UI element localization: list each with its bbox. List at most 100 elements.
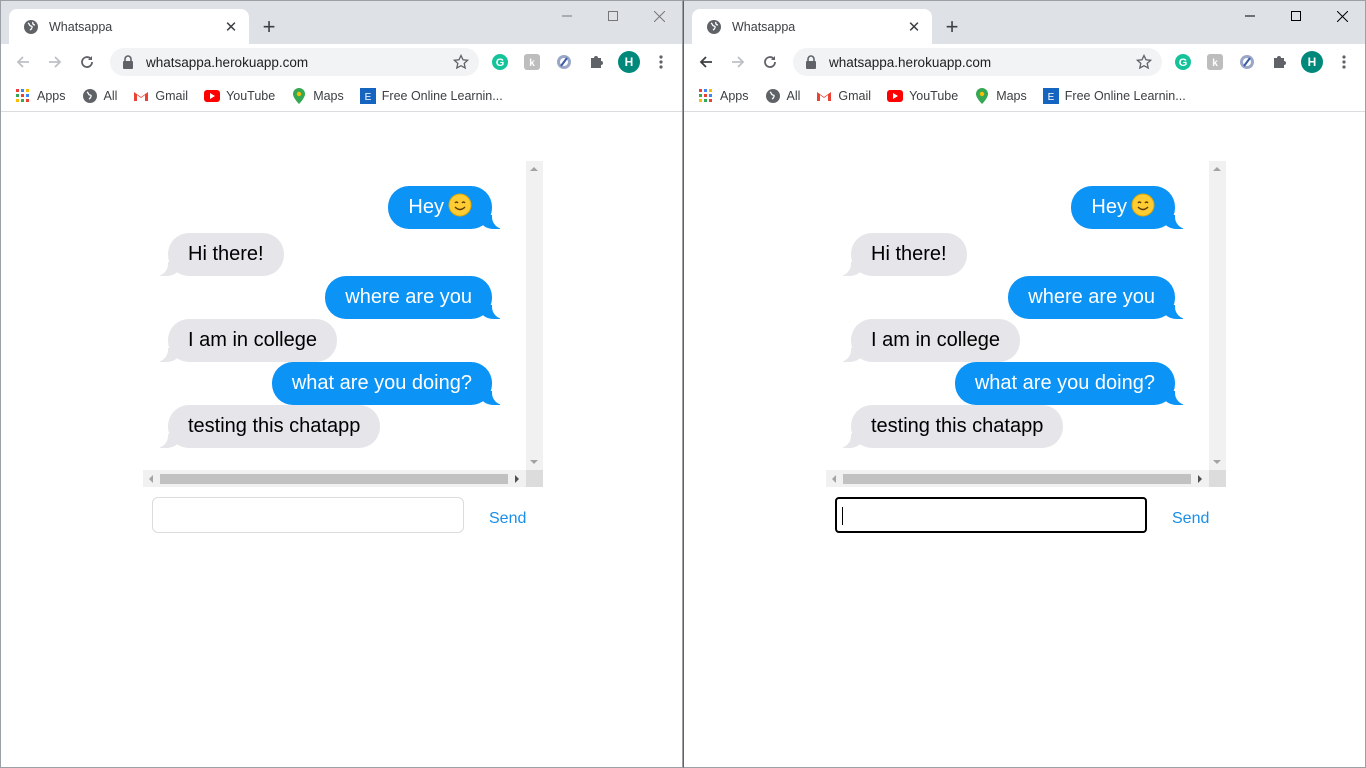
scroll-right-arrow-icon[interactable] — [515, 475, 519, 483]
address-bar[interactable]: whatsappa.herokuapp.com — [110, 48, 479, 76]
send-button[interactable]: Send — [1172, 510, 1209, 528]
toolbar: whatsappa.herokuapp.com G k H — [1, 44, 682, 80]
bookmark-label: Apps — [720, 88, 749, 103]
message-received: I am in college — [146, 319, 337, 362]
svg-text:G: G — [1179, 57, 1188, 69]
lock-icon — [805, 55, 819, 69]
profile-avatar[interactable]: H — [1301, 51, 1323, 73]
tab-strip: Whatsappa ✕ + — [1, 1, 682, 44]
puzzle-icon[interactable] — [587, 53, 605, 71]
bookmark-maps[interactable]: Maps — [291, 87, 344, 104]
forward-button[interactable] — [724, 48, 752, 76]
window-controls — [544, 1, 682, 31]
message-sent: where are you — [1008, 276, 1197, 319]
vertical-scrollbar[interactable] — [526, 161, 543, 470]
maps-pin-icon — [291, 87, 307, 104]
message-list[interactable]: Hey Hi there! where are you I am in coll… — [826, 161, 1209, 470]
youtube-icon — [887, 88, 904, 104]
puzzle-icon[interactable] — [1270, 53, 1288, 71]
bookmark-label: Gmail — [838, 88, 872, 103]
toolbar: whatsappa.herokuapp.com G k H — [684, 44, 1365, 80]
new-tab-button[interactable]: + — [940, 14, 964, 39]
globe-icon — [706, 19, 722, 35]
bookmark-free-online-learning[interactable]: E Free Online Learnin... — [359, 87, 503, 104]
scroll-left-arrow-icon[interactable] — [149, 475, 153, 483]
grammarly-icon[interactable]: G — [491, 53, 509, 71]
kebab-menu-icon[interactable] — [1334, 52, 1354, 72]
bookmark-gmail[interactable]: Gmail — [133, 88, 188, 104]
tab-whatsappa[interactable]: Whatsappa ✕ — [692, 9, 932, 44]
bookmark-apps[interactable]: Apps — [15, 88, 66, 104]
address-bar[interactable]: whatsappa.herokuapp.com — [793, 48, 1162, 76]
vertical-scrollbar[interactable] — [1209, 161, 1226, 470]
bookmark-free-online-learning[interactable]: E Free Online Learnin... — [1042, 87, 1186, 104]
maximize-button[interactable] — [590, 1, 636, 31]
scroll-down-arrow-icon[interactable] — [1213, 460, 1221, 464]
youtube-icon — [204, 88, 221, 104]
back-button[interactable] — [9, 48, 37, 76]
bookmark-all[interactable]: All — [82, 88, 117, 104]
message-sent: Hey — [1071, 186, 1197, 229]
message-sent: Hey — [388, 186, 514, 229]
bookmark-star-icon[interactable] — [1136, 54, 1152, 70]
horizontal-scrollbar[interactable] — [143, 470, 543, 487]
gmail-icon — [816, 88, 832, 104]
bookmark-label: Free Online Learnin... — [1064, 88, 1186, 103]
scroll-up-arrow-icon[interactable] — [1213, 167, 1221, 171]
kebab-menu-icon[interactable] — [651, 52, 671, 72]
message-received: I am in college — [829, 319, 1020, 362]
reload-button[interactable] — [73, 48, 101, 76]
minimize-button[interactable] — [1227, 1, 1273, 31]
svg-text:E: E — [364, 92, 371, 103]
window-controls — [1227, 1, 1365, 31]
close-tab-icon[interactable]: ✕ — [906, 19, 922, 36]
reload-button[interactable] — [756, 48, 784, 76]
scroll-down-arrow-icon[interactable] — [530, 460, 538, 464]
profile-avatar[interactable]: H — [618, 51, 640, 73]
bookmark-star-icon[interactable] — [453, 54, 469, 70]
bookmark-youtube[interactable]: YouTube — [204, 88, 275, 104]
maximize-button[interactable] — [1273, 1, 1319, 31]
scroll-left-arrow-icon[interactable] — [832, 475, 836, 483]
scrollbar-corner — [526, 470, 543, 487]
close-tab-icon[interactable]: ✕ — [223, 19, 239, 36]
message-input[interactable] — [835, 497, 1147, 533]
tab-whatsappa[interactable]: Whatsappa ✕ — [9, 9, 249, 44]
bookmark-youtube[interactable]: YouTube — [887, 88, 958, 104]
forward-button[interactable] — [41, 48, 69, 76]
scroll-right-arrow-icon[interactable] — [1198, 475, 1202, 483]
horizontal-scrollbar[interactable] — [826, 470, 1226, 487]
close-window-button[interactable] — [636, 1, 682, 31]
message-sent: where are you — [325, 276, 514, 319]
bookmark-label: Apps — [37, 88, 66, 103]
bookmark-label: YouTube — [909, 88, 959, 103]
message-input[interactable] — [152, 497, 464, 533]
extension-ring-icon[interactable] — [555, 53, 573, 71]
send-button[interactable]: Send — [489, 510, 526, 528]
back-button[interactable] — [692, 48, 720, 76]
url-text: whatsappa.herokuapp.com — [829, 54, 992, 70]
extension-ring-icon[interactable] — [1238, 53, 1256, 71]
learning-site-icon: E — [1042, 87, 1059, 104]
scrollbar-thumb[interactable] — [160, 474, 508, 484]
bookmark-maps[interactable]: Maps — [974, 87, 1027, 104]
svg-text:k: k — [1212, 58, 1218, 69]
close-window-button[interactable] — [1319, 1, 1365, 31]
bookmark-label: Maps — [996, 88, 1027, 103]
bookmark-gmail[interactable]: Gmail — [816, 88, 871, 104]
grammarly-icon[interactable]: G — [1174, 53, 1192, 71]
message-list[interactable]: Hey Hi there! where are you I am in coll… — [143, 161, 526, 470]
desktop: Whatsappa ✕ + whatsappa.herokuapp.com G … — [0, 0, 1366, 768]
page-content: Hey Hi there! where are you I am in coll… — [1, 112, 682, 767]
apps-grid-icon — [698, 88, 714, 104]
scrollbar-thumb[interactable] — [843, 474, 1191, 484]
minimize-button[interactable] — [544, 1, 590, 31]
globe-icon — [765, 88, 781, 104]
scroll-up-arrow-icon[interactable] — [530, 167, 538, 171]
extension-k-icon[interactable]: k — [1206, 53, 1224, 71]
new-tab-button[interactable]: + — [257, 14, 281, 39]
bookmark-all[interactable]: All — [765, 88, 800, 104]
text-caret — [842, 507, 843, 525]
bookmark-apps[interactable]: Apps — [698, 88, 749, 104]
extension-k-icon[interactable]: k — [523, 53, 541, 71]
